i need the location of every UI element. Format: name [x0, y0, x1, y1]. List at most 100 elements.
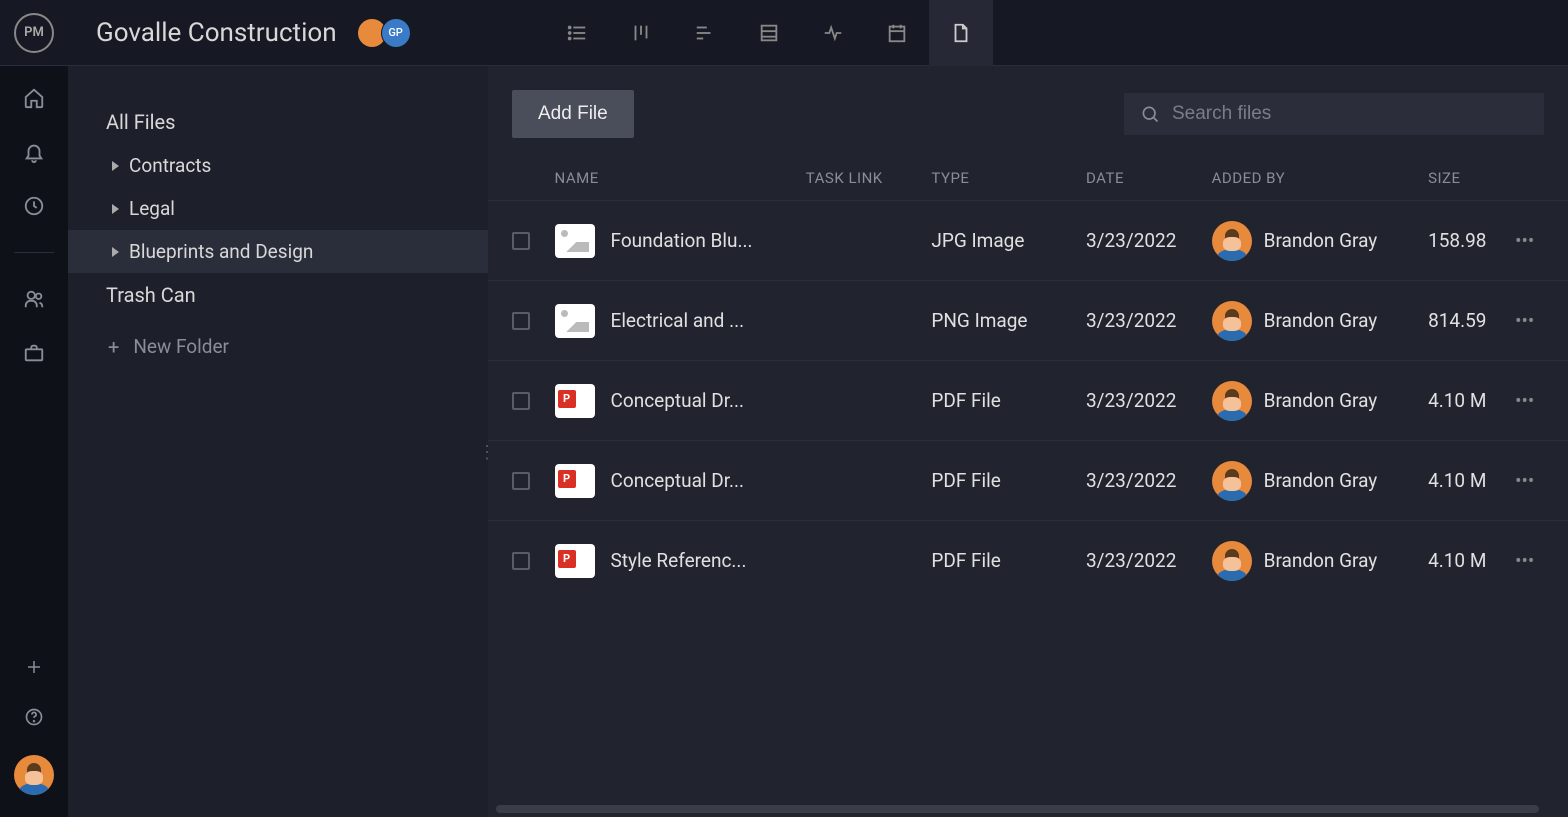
folder-legal[interactable]: Legal: [68, 187, 488, 230]
file-thumbnail-icon: P: [555, 384, 595, 418]
row-checkbox[interactable]: [512, 552, 530, 570]
view-activity-icon[interactable]: [801, 0, 865, 66]
folder-contracts[interactable]: Contracts: [68, 144, 488, 187]
project-members[interactable]: GP: [363, 18, 411, 48]
view-files-icon[interactable]: [929, 0, 993, 66]
file-thumbnail-icon: P: [555, 544, 595, 578]
file-thumbnail-icon: [555, 304, 595, 338]
file-type: PDF File: [931, 549, 1086, 572]
add-file-button[interactable]: Add File: [512, 90, 634, 138]
more-actions-icon[interactable]: •••: [1505, 469, 1544, 492]
added-by-name: Brandon Gray: [1264, 469, 1378, 492]
added-by-name: Brandon Gray: [1264, 389, 1378, 412]
home-icon[interactable]: [22, 86, 46, 110]
pdf-badge-icon: P: [558, 550, 576, 568]
added-by-name: Brandon Gray: [1264, 549, 1378, 572]
search-box[interactable]: [1124, 93, 1544, 135]
user-avatar: [1212, 221, 1252, 261]
scrollbar-thumb[interactable]: [496, 805, 1539, 813]
table-row[interactable]: P Conceptual Dr... PDF File3/23/2022 Brando…: [488, 440, 1568, 520]
file-size: 4.10 M: [1428, 389, 1505, 412]
folder-blueprints-design[interactable]: Blueprints and Design: [68, 230, 488, 273]
folder-label: Legal: [129, 197, 175, 220]
file-name: Conceptual Dr...: [611, 469, 745, 492]
file-thumbnail-icon: [555, 224, 595, 258]
folder-label: Trash Can: [106, 283, 196, 307]
file-name: Conceptual Dr...: [611, 389, 745, 412]
user-avatar: [1212, 381, 1252, 421]
col-header-added-by[interactable]: ADDED BY: [1212, 169, 1428, 187]
file-date: 3/23/2022: [1086, 389, 1212, 412]
more-actions-icon[interactable]: •••: [1505, 309, 1544, 332]
caret-right-icon: [112, 204, 119, 214]
file-thumbnail-icon: P: [555, 464, 595, 498]
file-type: PNG Image: [931, 309, 1086, 332]
caret-right-icon: [112, 161, 119, 171]
more-actions-icon[interactable]: •••: [1505, 389, 1544, 412]
col-header-size[interactable]: SIZE: [1428, 169, 1505, 187]
briefcase-icon[interactable]: [22, 341, 46, 365]
file-name: Style Referenc...: [611, 549, 747, 572]
search-input[interactable]: [1172, 103, 1528, 125]
file-size: 4.10 M: [1428, 469, 1505, 492]
logo-circle: PM: [14, 13, 54, 53]
team-icon[interactable]: [22, 287, 46, 311]
view-gantt-icon[interactable]: [673, 0, 737, 66]
current-user-avatar[interactable]: [14, 755, 54, 795]
view-list-icon[interactable]: [545, 0, 609, 66]
new-folder-button[interactable]: + New Folder: [68, 317, 488, 368]
file-type: PDF File: [931, 469, 1086, 492]
header-bar: PM Govalle Construction GP: [0, 0, 1568, 66]
pdf-badge-icon: P: [558, 390, 576, 408]
view-board-icon[interactable]: [609, 0, 673, 66]
resize-handle-icon[interactable]: ⋮: [478, 442, 494, 463]
app-logo[interactable]: PM: [0, 13, 68, 53]
horizontal-scrollbar[interactable]: [496, 805, 1560, 813]
file-table-header: NAME TASK LINK TYPE DATE ADDED BY SIZE: [488, 156, 1568, 200]
table-row[interactable]: Electrical and ...PNG Image3/23/2022Bran…: [488, 280, 1568, 360]
user-avatar: [1212, 301, 1252, 341]
help-icon[interactable]: [22, 705, 46, 729]
search-icon: [1140, 104, 1160, 124]
view-sheet-icon[interactable]: [737, 0, 801, 66]
plus-icon[interactable]: [22, 655, 46, 679]
col-header-name[interactable]: NAME: [555, 169, 806, 187]
file-table-body: Foundation Blu...JPG Image3/23/2022Brand…: [488, 200, 1568, 600]
row-checkbox[interactable]: [512, 472, 530, 490]
file-date: 3/23/2022: [1086, 229, 1212, 252]
folder-label: All Files: [106, 110, 175, 134]
file-type: PDF File: [931, 389, 1086, 412]
file-name: Foundation Blu...: [611, 229, 753, 252]
folder-all-files[interactable]: All Files: [68, 100, 488, 144]
file-date: 3/23/2022: [1086, 309, 1212, 332]
col-header-task-link[interactable]: TASK LINK: [806, 169, 932, 187]
nav-rail: [0, 66, 68, 817]
bell-icon[interactable]: [22, 140, 46, 164]
row-checkbox[interactable]: [512, 312, 530, 330]
col-header-date[interactable]: DATE: [1086, 169, 1212, 187]
folder-trash[interactable]: Trash Can: [68, 273, 488, 317]
table-row[interactable]: PStyle Referenc...PDF File3/23/2022Brand…: [488, 520, 1568, 600]
folder-label: Contracts: [129, 154, 211, 177]
file-date: 3/23/2022: [1086, 469, 1212, 492]
file-size: 814.59: [1428, 309, 1505, 332]
col-header-type[interactable]: TYPE: [931, 169, 1086, 187]
row-checkbox[interactable]: [512, 392, 530, 410]
user-avatar: [1212, 461, 1252, 501]
file-type: JPG Image: [931, 229, 1086, 252]
file-size: 4.10 M: [1428, 549, 1505, 572]
table-row[interactable]: Foundation Blu... JPG Image3/23/2022 Brand…: [488, 200, 1568, 280]
member-avatar-2[interactable]: GP: [381, 18, 411, 48]
view-calendar-icon[interactable]: [865, 0, 929, 66]
clock-icon[interactable]: [22, 194, 46, 218]
more-actions-icon[interactable]: •••: [1505, 549, 1544, 572]
project-title: Govalle Construction: [96, 18, 337, 48]
file-content-area: Add File NAME TASK LINK TYPE DATE ADDED …: [488, 66, 1568, 817]
folder-sidebar: All Files Contracts Legal Blueprints and…: [68, 66, 488, 817]
added-by-name: Brandon Gray: [1264, 229, 1378, 252]
caret-right-icon: [112, 247, 119, 257]
more-actions-icon[interactable]: •••: [1505, 229, 1544, 252]
view-switcher: [545, 0, 993, 66]
table-row[interactable]: P Conceptual Dr... PDF File3/23/2022 Brando…: [488, 360, 1568, 440]
row-checkbox[interactable]: [512, 232, 530, 250]
